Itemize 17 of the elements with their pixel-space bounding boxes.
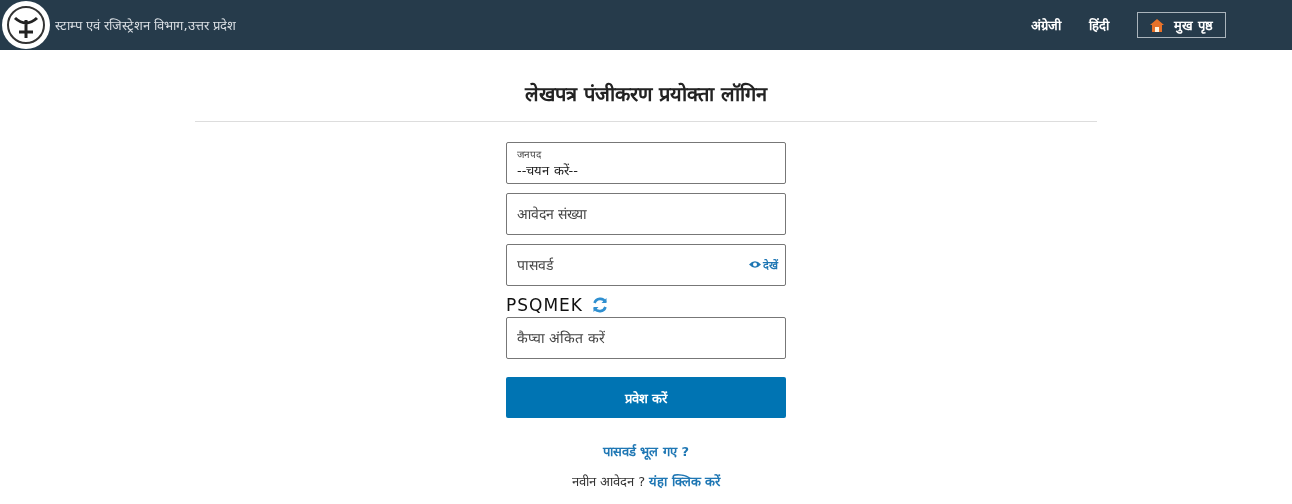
submit-button[interactable]: प्रवेश करें xyxy=(506,377,786,418)
captcha-text: PSQMEK xyxy=(506,295,583,315)
refresh-icon[interactable] xyxy=(591,296,609,314)
captcha-field[interactable]: कैप्चा अंकित करें xyxy=(506,317,786,359)
eye-icon xyxy=(749,260,761,269)
show-password-button[interactable]: देखें xyxy=(749,257,778,272)
home-button[interactable]: मुख पृष्ठ xyxy=(1137,12,1226,38)
click-here-link[interactable]: यंहा क्लिक करें xyxy=(649,472,721,490)
forgot-password-link[interactable]: पासवर्ड भूल गए ? xyxy=(602,442,690,460)
house-icon xyxy=(1150,18,1165,32)
language-link[interactable]: अंग्रेजी xyxy=(1031,16,1062,34)
language-link[interactable]: हिंदी xyxy=(1089,16,1110,34)
district-select[interactable]: जनपद --चयन करें-- xyxy=(506,142,786,184)
new-application-text: नवीन आवेदन ? xyxy=(571,473,646,490)
application-number-field[interactable]: आवेदन संख्या xyxy=(506,193,786,235)
page-heading: लेखपत्र पंजीकरण प्रयोक्ता लॉगिन xyxy=(525,81,767,108)
department-title: स्टाम्प एवं रजिस्ट्रेशन विभाग,उत्तर प्रदेश xyxy=(55,17,236,34)
